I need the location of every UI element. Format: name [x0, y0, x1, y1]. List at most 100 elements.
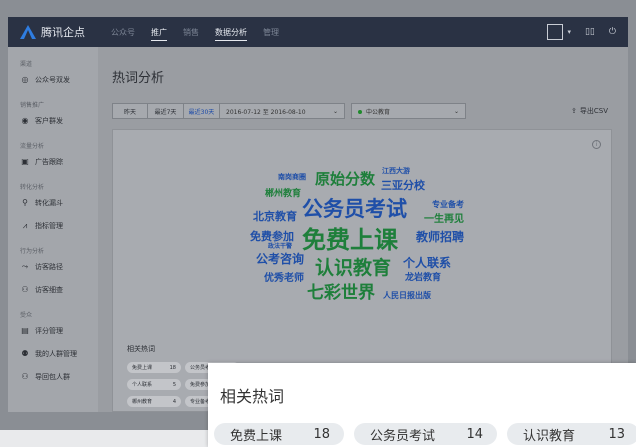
tag-word: 专业备考: [190, 399, 211, 405]
avatar[interactable]: [547, 24, 564, 40]
cloud-word[interactable]: 个人联系: [403, 254, 451, 271]
cloud-word[interactable]: 认识教育: [315, 253, 391, 280]
nav-item-management[interactable]: 管理: [255, 17, 287, 47]
sidebar-item-metrics[interactable]: ⩘ 指标管理: [20, 218, 98, 234]
main-content: 热词分析 昨天 最近7天 最近30天 2016-07-12 至 2016-08-…: [98, 47, 628, 412]
chart-icon: ⩘: [22, 221, 28, 230]
sidebar-item-ad-tracking[interactable]: ▣ 广告跟踪: [20, 154, 98, 170]
sidebar-group-title: 行为分析: [20, 248, 45, 255]
power-icon[interactable]: ⏻: [609, 27, 616, 37]
cloud-word[interactable]: 北京教育: [253, 208, 297, 224]
zoom-tag-word: 认识教育: [523, 428, 576, 444]
cloud-word[interactable]: 七彩世界: [307, 278, 375, 303]
cloud-word[interactable]: 一生再见: [424, 210, 464, 225]
cloud-word[interactable]: 人民日报出版: [383, 290, 431, 301]
related-words-title: 相关热词: [127, 345, 155, 353]
nav-item-sales[interactable]: 销售: [175, 17, 207, 47]
sidebar-item-funnel[interactable]: ⚲ 转化漏斗: [20, 195, 98, 211]
path-icon: ⤳: [21, 262, 29, 271]
cloud-word[interactable]: 政法干警: [268, 241, 292, 250]
zoom-tag-word: 免费上课: [230, 428, 283, 444]
chevron-down-icon[interactable]: ▾: [567, 28, 571, 36]
sidebar-item-my-audience[interactable]: ⚉ 我的人群管理: [20, 346, 98, 362]
logo-icon: [20, 25, 36, 39]
cloud-word[interactable]: 龙岩教育: [405, 270, 441, 283]
segment-value: 中公教育: [366, 108, 391, 116]
sidebar-item-label: 我的人群管理: [35, 350, 77, 358]
sidebar-item-label: 指标管理: [35, 222, 63, 230]
related-tag[interactable]: 个人联系 5: [127, 379, 181, 390]
sidebar-group-title: 流量分析: [20, 143, 45, 150]
sidebar-item-label: 访客路径: [35, 263, 63, 271]
sidebar-group-title: 受众: [20, 312, 33, 319]
sidebar: 渠道 ◎ 公众号双发 销售推广 ◉ 客户群发 流量分析 ▣ 广告跟踪 转化分析 ⚲ 转化…: [8, 47, 98, 412]
top-navigation-bar: 腾讯企点 公众号 推广 销售 数据分析 管理 ▾ ▯▯ ⏻: [8, 17, 628, 47]
date-range-picker[interactable]: 2016-07-12 至 2016-08-10 ⌄: [220, 103, 345, 119]
sidebar-item-score[interactable]: ▤ 评分管理: [20, 323, 98, 339]
sidebar-item-customer-broadcast[interactable]: ◉ 客户群发: [20, 113, 98, 129]
export-csv-button[interactable]: ⇪ 导出CSV: [571, 106, 608, 116]
sidebar-group-title: 渠道: [20, 61, 33, 68]
zoom-tag[interactable]: 公务员考试 14: [354, 423, 497, 445]
related-tag[interactable]: 免费上课 18: [127, 362, 181, 373]
zoom-tag-count: 13: [608, 426, 625, 442]
cloud-word[interactable]: 郴州教育: [265, 186, 301, 199]
sidebar-item-label: 转化漏斗: [35, 199, 63, 207]
cloud-word[interactable]: 南岗商圈: [278, 172, 306, 182]
filter-yesterday-button[interactable]: 昨天: [112, 103, 148, 119]
cloud-word[interactable]: 教师招聘: [416, 228, 464, 245]
date-range-value: 2016-07-12 至 2016-08-10: [226, 108, 306, 116]
chevron-down-icon: ⌄: [332, 107, 338, 115]
monitor-icon: ▣: [21, 157, 29, 166]
zoom-tag[interactable]: 认识教育 13: [507, 423, 636, 445]
funnel-icon: ⚲: [22, 198, 28, 207]
page-title: 热词分析: [112, 71, 165, 86]
cloud-word[interactable]: 公考咨询: [256, 250, 304, 267]
zoom-title: 相关热词: [220, 387, 285, 406]
sidebar-item-public-account-dual[interactable]: ◎ 公众号双发: [20, 72, 98, 88]
top-right-tools: ▾ ▯▯ ⏻: [547, 24, 616, 40]
visitor-icon: ⚇: [21, 285, 29, 294]
app-logo[interactable]: 腾讯企点: [20, 24, 85, 40]
cloud-word[interactable]: 优秀老师: [264, 269, 304, 284]
nav-item-data-analysis[interactable]: 数据分析: [207, 17, 255, 47]
app-name: 腾讯企点: [41, 26, 85, 39]
related-words-zoom-panel: 相关热词 免费上课 18 公务员考试 14 认识教育 13: [208, 363, 636, 447]
chevron-down-icon: ⌄: [453, 107, 459, 115]
cloud-word[interactable]: 三亚分校: [381, 177, 425, 193]
cloud-word[interactable]: 原始分数: [315, 168, 375, 189]
zoom-tag-count: 14: [466, 426, 483, 442]
nav-item-promotion[interactable]: 推广: [143, 17, 175, 47]
sidebar-group-conversion: 转化分析 ⚲ 转化漏斗 ⩘ 指标管理: [8, 182, 98, 234]
filter-last7-button[interactable]: 最近7天: [148, 103, 184, 119]
sidebar-item-visitor-detail[interactable]: ⚇ 访客细查: [20, 282, 98, 298]
sidebar-item-visitor-path[interactable]: ⤳ 访客路径: [20, 259, 98, 275]
word-cloud: 原始分数 公务员考试 免费上课 认识教育 七彩世界 教师招聘 公考咨询 个人联系…: [113, 130, 613, 330]
sidebar-group-channel: 渠道 ◎ 公众号双发: [8, 59, 98, 88]
wechat-icon: ◎: [21, 75, 29, 84]
sidebar-group-sales: 销售推广 ◉ 客户群发: [8, 100, 98, 129]
zoom-tag[interactable]: 免费上课 18: [214, 423, 344, 445]
sidebar-group-title: 转化分析: [20, 184, 45, 191]
filter-last30-button[interactable]: 最近30天: [184, 103, 220, 119]
cloud-word[interactable]: 专业备考: [432, 199, 464, 210]
segment-select[interactable]: 中公教育 ⌄: [351, 103, 466, 119]
import-icon: ⚇: [21, 372, 29, 381]
nav-item-public-account[interactable]: 公众号: [103, 17, 143, 47]
book-icon[interactable]: ▯▯: [585, 27, 595, 37]
sidebar-group-audience: 受众 ▤ 评分管理 ⚉ 我的人群管理 ⚇ 导回包人群: [8, 310, 98, 385]
cloud-word[interactable]: 江西大游: [382, 166, 410, 176]
tag-word: 个人联系: [132, 382, 153, 388]
sidebar-item-label: 评分管理: [35, 327, 63, 335]
sidebar-item-import-audience[interactable]: ⚇ 导回包人群: [20, 369, 98, 385]
main-nav: 公众号 推广 销售 数据分析 管理: [103, 17, 287, 47]
cloud-word[interactable]: 免费上课: [302, 220, 398, 255]
zoom-tag-count: 18: [313, 426, 330, 442]
tag-count: 18: [169, 364, 176, 371]
tag-word: 免费参加: [190, 382, 211, 388]
related-tag[interactable]: 郴州教育 4: [127, 396, 181, 407]
sidebar-group-behavior: 行为分析 ⤳ 访客路径 ⚇ 访客细查: [8, 246, 98, 298]
cloud-word[interactable]: 公务员考试: [302, 193, 407, 223]
target-icon: ◉: [21, 116, 29, 125]
filter-bar: 昨天 最近7天 最近30天 2016-07-12 至 2016-08-10 ⌄ …: [112, 102, 466, 120]
